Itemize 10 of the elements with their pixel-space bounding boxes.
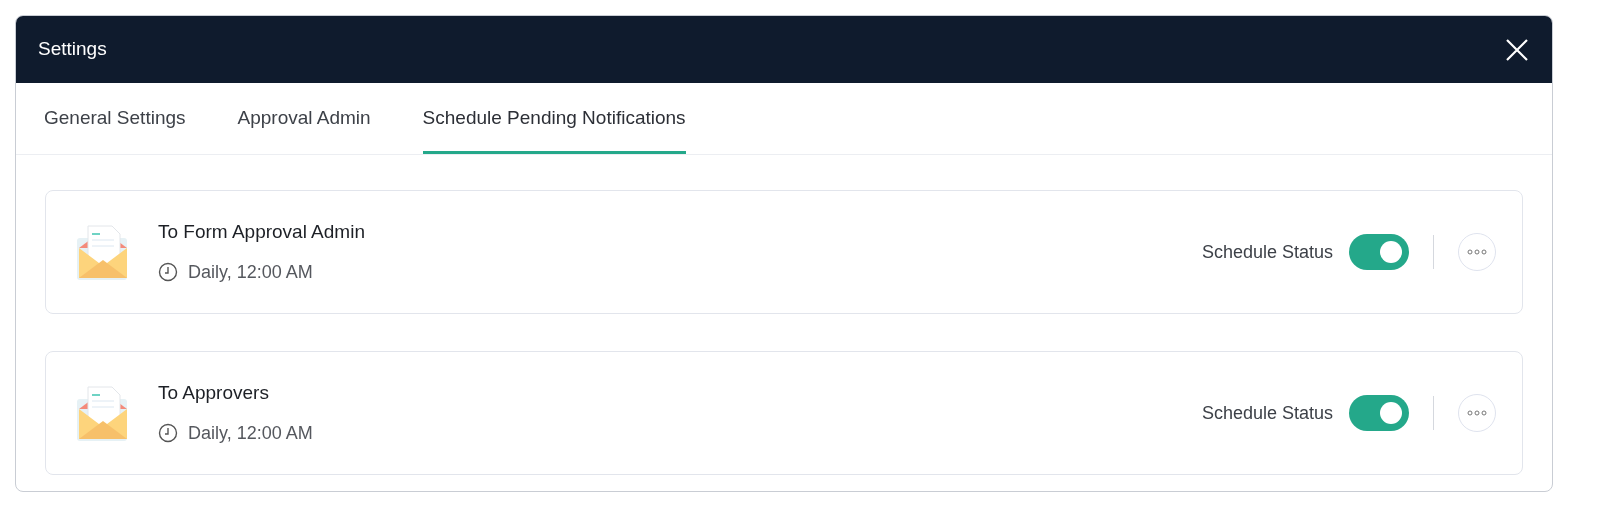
schedule-title: To Form Approval Admin: [158, 220, 365, 245]
schedule-time: Daily, 12:00 AM: [188, 421, 313, 445]
tab[interactable]: Schedule Pending Notifications: [422, 83, 686, 154]
schedule-title: To Approvers: [158, 381, 270, 406]
status-label: Schedule Status: [1201, 401, 1333, 425]
status-label: Schedule Status: [1201, 240, 1333, 264]
window-title: Settings: [38, 37, 107, 62]
tab[interactable]: General Settings: [44, 83, 186, 154]
schedule-time: Daily, 12:00 AM: [188, 260, 313, 284]
tab[interactable]: Approval Admin: [237, 83, 371, 154]
